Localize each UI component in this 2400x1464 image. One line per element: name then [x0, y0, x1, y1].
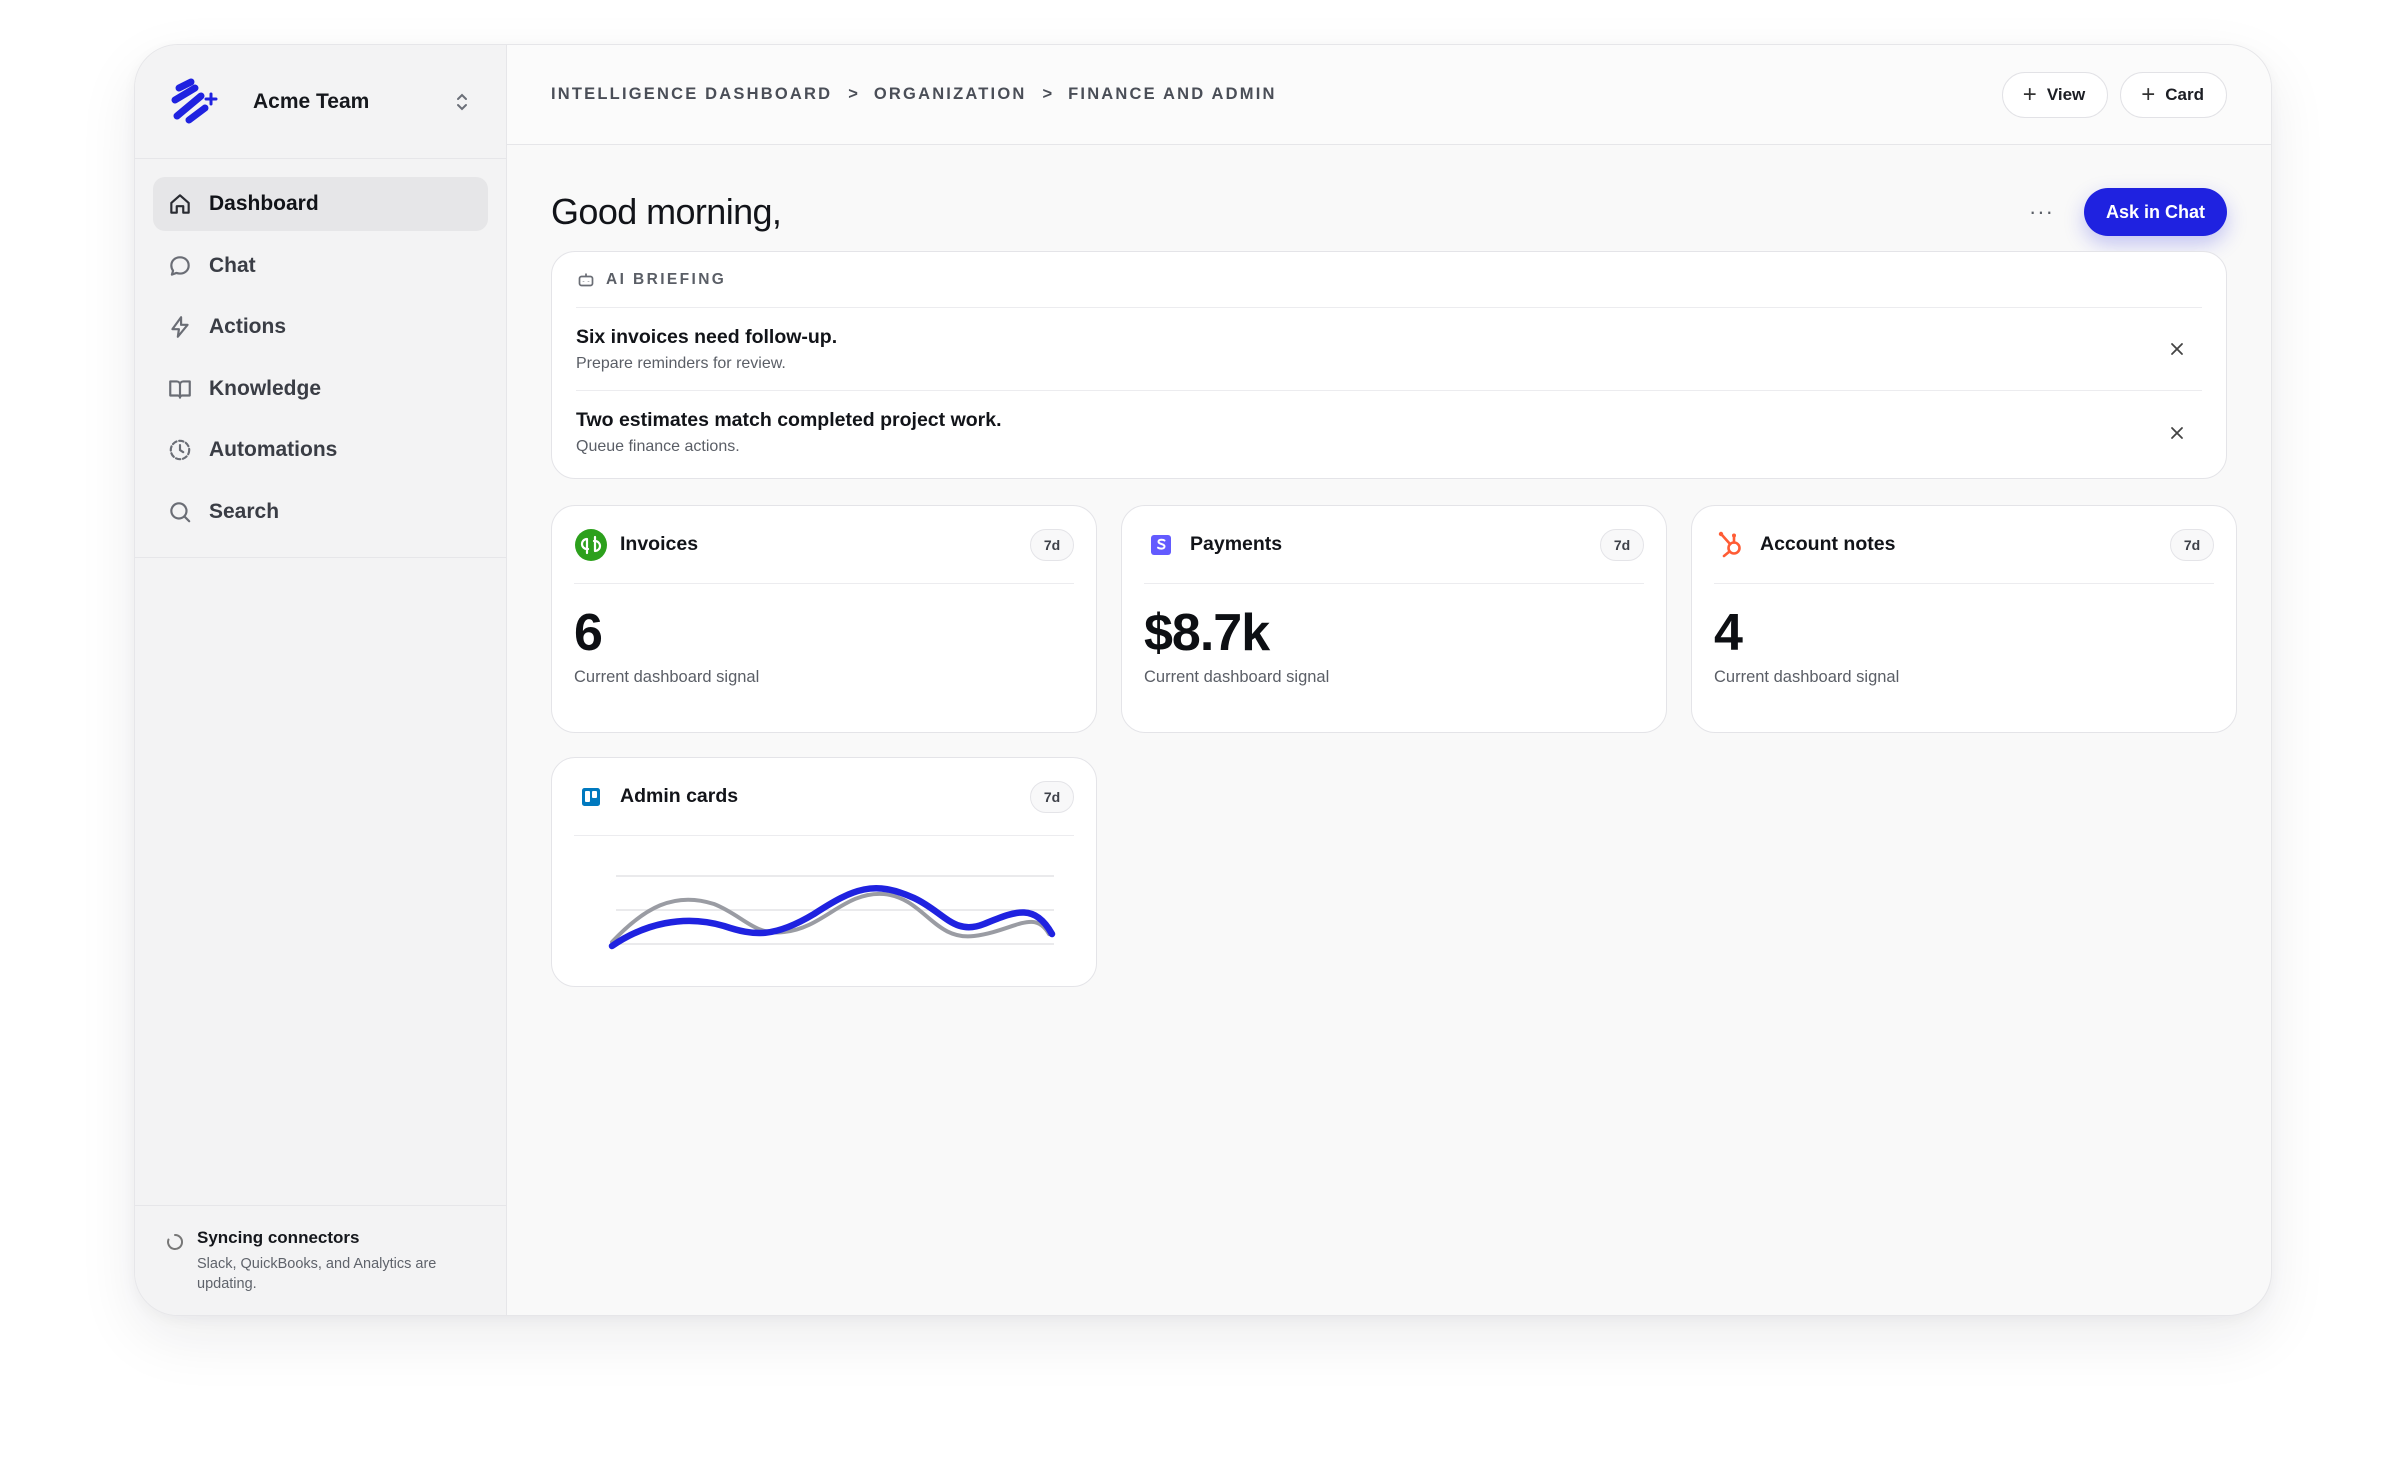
- quickbooks-icon: [574, 528, 608, 562]
- app-logo-icon: [171, 78, 218, 123]
- briefing-item[interactable]: Two estimates match completed project wo…: [576, 391, 2202, 474]
- card-title: Invoices: [620, 533, 699, 555]
- chat-bubble-icon: [170, 255, 190, 276]
- lightning-icon: [171, 316, 189, 338]
- sidebar-item-knowledge[interactable]: Knowledge: [153, 362, 488, 416]
- plus-icon: +: [2141, 80, 2156, 108]
- breadcrumb-item-organization[interactable]: ORGANIZATION: [874, 85, 1027, 104]
- sidebar-nav: Dashboard Chat Actions Knowledge Automat…: [135, 159, 506, 558]
- home-icon: [170, 194, 190, 214]
- hubspot-icon: [1714, 528, 1748, 562]
- main-content: INTELLIGENCE DASHBOARD > ORGANIZATION > …: [507, 45, 2271, 1315]
- sidebar-item-chat[interactable]: Chat: [153, 239, 488, 293]
- card-metric-value: $8.7k: [1144, 604, 1270, 662]
- time-range-badge[interactable]: 7d: [2170, 528, 2214, 561]
- sidebar-item-label: Chat: [209, 253, 256, 277]
- breadcrumb-separator: >: [1042, 85, 1053, 103]
- chevron-updown-icon[interactable]: [450, 90, 474, 114]
- sync-status: Syncing connectors Slack, QuickBooks, an…: [135, 1205, 506, 1315]
- series-line-accent: [608, 885, 1056, 950]
- search-icon: [170, 501, 191, 522]
- book-icon: [169, 379, 191, 399]
- card-title: Admin cards: [620, 785, 739, 807]
- trello-icon: [574, 780, 608, 814]
- payments-card[interactable]: Payments 7d $8.7k Current dashboard sign…: [1121, 505, 1667, 733]
- add-card-label: Card: [2165, 84, 2204, 104]
- add-card-button[interactable]: + Card: [2120, 71, 2227, 118]
- team-name: Acme Team: [253, 89, 370, 113]
- breadcrumb: INTELLIGENCE DASHBOARD > ORGANIZATION > …: [551, 85, 1990, 104]
- briefing-item-subtitle: Queue finance actions.: [576, 438, 740, 455]
- close-icon[interactable]: [2166, 422, 2188, 444]
- card-metric-caption: Current dashboard signal: [1144, 668, 1330, 686]
- plus-icon: +: [2022, 80, 2037, 108]
- sidebar-item-label: Dashboard: [209, 192, 319, 215]
- briefing-item-subtitle: Prepare reminders for review.: [576, 354, 786, 372]
- sidebar-item-label: Automations: [209, 438, 338, 461]
- breadcrumb-item-dashboard[interactable]: INTELLIGENCE DASHBOARD: [551, 85, 832, 104]
- card-header: Invoices 7d: [574, 506, 1074, 584]
- card-header: Account notes 7d: [1714, 506, 2214, 584]
- time-range-badge[interactable]: 7d: [1030, 780, 1074, 813]
- card-metric-caption: Current dashboard signal: [574, 668, 760, 686]
- time-range-badge[interactable]: 7d: [1030, 528, 1074, 561]
- add-view-label: View: [2046, 84, 2086, 104]
- team-switcher[interactable]: Acme Team: [135, 45, 506, 159]
- sync-title: Syncing connectors: [197, 1228, 360, 1247]
- card-metric-value: 6: [574, 604, 603, 662]
- briefing-item[interactable]: Six invoices need follow-up. Prepare rem…: [576, 308, 2202, 391]
- add-view-button[interactable]: + View: [2001, 71, 2109, 118]
- sidebar-item-label: Knowledge: [209, 376, 322, 400]
- loading-spinner-icon: [167, 1233, 184, 1250]
- sidebar-item-label: Search: [209, 499, 280, 523]
- more-options-button[interactable]: ···: [2029, 199, 2054, 225]
- sync-description: Slack, QuickBooks, and Analytics are upd…: [197, 1256, 437, 1292]
- ai-briefing-panel: AI BRIEFING Six invoices need follow-up.…: [551, 251, 2227, 479]
- sidebar-item-dashboard[interactable]: Dashboard: [153, 177, 488, 231]
- account-notes-card[interactable]: Account notes 7d 4 Current dashboard sig…: [1691, 505, 2237, 733]
- invoices-card[interactable]: Invoices 7d 6 Current dashboard signal: [551, 505, 1097, 733]
- robot-icon: [578, 273, 594, 286]
- time-range-badge[interactable]: 7d: [1600, 528, 1644, 561]
- breadcrumb-item-finance[interactable]: FINANCE AND ADMIN: [1068, 85, 1277, 104]
- card-title: Payments: [1190, 533, 1283, 555]
- sidebar-item-search[interactable]: Search: [153, 485, 488, 539]
- admin-cards-card[interactable]: Admin cards 7d: [551, 757, 1097, 987]
- card-header: Payments 7d: [1144, 506, 1644, 584]
- briefing-heading: AI BRIEFING: [606, 270, 727, 288]
- greeting-row: Good morning, ··· Ask in Chat: [551, 183, 2227, 241]
- ask-in-chat-button[interactable]: Ask in Chat: [2083, 188, 2227, 236]
- card-metric-caption: Current dashboard signal: [1714, 668, 1900, 686]
- card-title: Account notes: [1760, 533, 1896, 555]
- stripe-icon: [1144, 528, 1178, 562]
- card-metric-value: 4: [1714, 604, 1743, 662]
- breadcrumb-separator: >: [848, 85, 858, 103]
- page-title: Good morning,: [551, 191, 782, 232]
- sidebar-item-label: Actions: [209, 315, 287, 338]
- sidebar-item-actions[interactable]: Actions: [153, 300, 488, 354]
- briefing-header: AI BRIEFING: [576, 252, 2202, 308]
- close-icon[interactable]: [2166, 338, 2188, 360]
- sparkline-chart: [608, 875, 1056, 950]
- top-bar: INTELLIGENCE DASHBOARD > ORGANIZATION > …: [507, 45, 2271, 145]
- app-window: Acme Team Dashboard Chat Actions Knowled…: [134, 44, 2272, 1316]
- sidebar-item-automations[interactable]: Automations: [153, 423, 488, 477]
- briefing-item-title: Six invoices need follow-up.: [576, 325, 838, 348]
- card-header: Admin cards 7d: [574, 758, 1074, 836]
- clock-dashed-icon: [169, 439, 191, 461]
- briefing-item-title: Two estimates match completed project wo…: [576, 409, 1002, 431]
- sidebar: Acme Team Dashboard Chat Actions Knowled…: [135, 45, 507, 1315]
